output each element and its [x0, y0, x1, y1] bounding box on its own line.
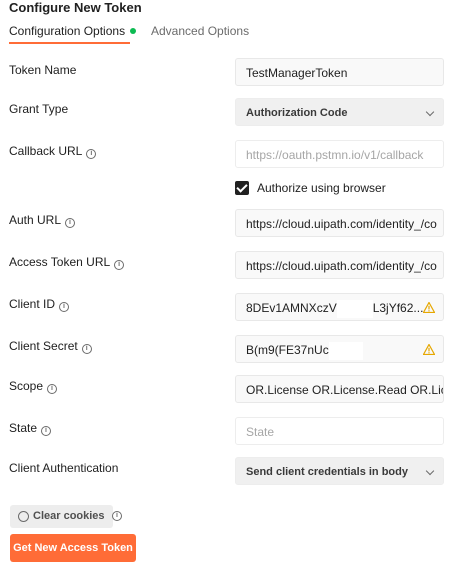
info-icon[interactable]: i	[41, 426, 52, 436]
info-icon[interactable]: i	[86, 149, 97, 159]
client-id-label-text: Client ID	[9, 297, 56, 311]
redacted-area	[336, 299, 373, 318]
client-secret-input[interactable]: B(m9(FE37nUc	[235, 335, 444, 363]
client-secret-value-start: B(m9(FE37nUc	[246, 343, 329, 357]
authorize-browser-row[interactable]: Authorize using browser	[235, 179, 386, 197]
access-token-url-label: Access Token URL i	[9, 255, 125, 270]
info-icon[interactable]: i	[65, 218, 76, 228]
client-id-label: Client ID i	[9, 297, 70, 312]
access-token-url-label-text: Access Token URL	[9, 255, 111, 269]
client-id-value-start: 8DEv1AMNXczV	[246, 301, 337, 315]
authorize-browser-label: Authorize using browser	[257, 181, 386, 195]
cookie-icon	[18, 511, 29, 522]
redacted-area	[328, 341, 363, 360]
info-icon[interactable]: i	[47, 384, 58, 394]
clear-cookies-button[interactable]: Clear cookies	[10, 505, 113, 528]
client-authentication-label: Client Authentication	[9, 461, 119, 475]
client-secret-label-text: Client Secret	[9, 339, 78, 353]
warning-icon	[423, 302, 435, 313]
info-icon[interactable]: i	[112, 511, 122, 521]
client-authentication-value: Send client credentials in body	[246, 466, 408, 478]
chevron-down-icon	[425, 466, 435, 476]
tab-bar: Configuration Options Advanced Options	[9, 22, 469, 46]
warning-icon	[423, 344, 435, 355]
info-icon[interactable]: i	[81, 344, 92, 354]
state-input[interactable]: State	[235, 417, 444, 445]
client-authentication-select[interactable]: Send client credentials in body	[235, 457, 444, 485]
token-name-label: Token Name	[9, 63, 77, 77]
auth-url-label: Auth URL i	[9, 213, 76, 228]
grant-type-label: Grant Type	[9, 102, 69, 116]
active-dot-icon	[130, 28, 137, 34]
grant-type-select[interactable]: Authorization Code	[235, 98, 444, 126]
active-tab-indicator	[9, 42, 130, 44]
client-secret-label: Client Secret i	[9, 339, 92, 354]
chevron-down-icon	[425, 107, 435, 117]
scope-label-text: Scope	[9, 379, 44, 393]
state-label: State i	[9, 421, 52, 436]
callback-url-label: Callback URL i	[9, 144, 97, 159]
client-id-value-end: L3jYf62...	[372, 301, 424, 315]
callback-url-input[interactable]: https://oauth.pstmn.io/v1/callback	[235, 140, 444, 168]
tab-label: Configuration Options	[9, 24, 126, 38]
grant-type-value: Authorization Code	[246, 107, 348, 119]
get-new-access-token-button[interactable]: Get New Access Token	[10, 534, 136, 562]
info-icon[interactable]: i	[59, 302, 70, 312]
info-icon[interactable]: i	[114, 260, 125, 270]
tab-configuration-options[interactable]: Configuration Options	[9, 24, 137, 38]
dialog-title: Configure New Token	[9, 0, 142, 15]
client-id-input[interactable]: 8DEv1AMNXczV L3jYf62...	[235, 293, 444, 321]
access-token-url-input[interactable]: https://cloud.uipath.com/identity_/co	[235, 251, 444, 279]
scope-input[interactable]: OR.License OR.License.Read OR.Lice	[235, 375, 444, 403]
tab-advanced-options[interactable]: Advanced Options	[151, 24, 249, 38]
token-name-input[interactable]: TestManagerToken	[235, 58, 444, 86]
scope-label: Scope i	[9, 379, 58, 394]
authorize-browser-checkbox[interactable]	[235, 181, 249, 195]
callback-url-label-text: Callback URL	[9, 144, 83, 158]
state-label-text: State	[9, 421, 38, 435]
auth-url-input[interactable]: https://cloud.uipath.com/identity_/co	[235, 209, 444, 237]
auth-url-label-text: Auth URL	[9, 213, 62, 227]
clear-cookies-label: Clear cookies	[33, 510, 105, 522]
